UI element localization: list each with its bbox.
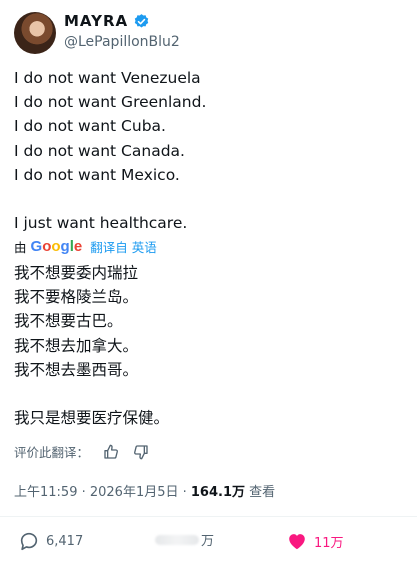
tweet-meta: 上午11:59 · 2026年1月5日 · 164.1万 查看 bbox=[14, 481, 275, 500]
rate-translation-label: 评价此翻译： bbox=[14, 445, 90, 460]
translated-line: 我不要格陵兰岛。 bbox=[14, 288, 139, 307]
avatar[interactable] bbox=[14, 12, 56, 54]
retweet-count-suffix: 万 bbox=[201, 534, 215, 549]
like-button[interactable]: 11万 bbox=[286, 530, 344, 552]
action-bar: 6,417 万 11万 bbox=[0, 528, 417, 556]
user-handle[interactable]: @LePapillonBlu2 bbox=[64, 34, 180, 50]
divider bbox=[0, 516, 417, 517]
retweet-count-blurred bbox=[155, 534, 199, 545]
tweet-line: I do not want Mexico. bbox=[14, 165, 180, 184]
translated-line bbox=[14, 382, 169, 406]
translated-line: 我不想去墨西哥。 bbox=[14, 360, 139, 379]
view-count: 164.1万 bbox=[190, 485, 246, 500]
user-name-row: MAYRA bbox=[64, 12, 150, 30]
reply-button[interactable]: 6,417 bbox=[18, 530, 83, 552]
translated-line: 我不想去加拿大。 bbox=[14, 336, 139, 355]
retweet-button[interactable]: 万 bbox=[155, 530, 214, 549]
tweet-line: I do not want Cuba. bbox=[14, 117, 166, 136]
tweet-line: I do not want Venezuela bbox=[14, 69, 201, 87]
tweet-text: I do not want Venezuela I do not want Gr… bbox=[14, 66, 206, 235]
google-logo-letter: o bbox=[51, 238, 61, 255]
translated-from-link[interactable]: 翻译自 英语 bbox=[90, 237, 156, 256]
reply-count: 6,417 bbox=[46, 533, 84, 549]
google-logo-letter: e bbox=[73, 238, 83, 255]
google-logo: Google bbox=[31, 238, 83, 255]
google-logo-letter: o bbox=[42, 238, 52, 255]
translated-line: 我不想要委内瑞拉 bbox=[14, 264, 139, 282]
views-label: 查看 bbox=[245, 485, 276, 500]
like-count: 11万 bbox=[314, 535, 344, 551]
reply-icon bbox=[20, 532, 38, 551]
tweet-line bbox=[14, 187, 206, 211]
rate-translation: 评价此翻译： bbox=[14, 442, 149, 461]
tweet-timestamp[interactable]: 上午11:59 · 2026年1月5日 · bbox=[14, 485, 191, 500]
user-display-name[interactable]: MAYRA bbox=[64, 12, 128, 30]
translated-line: 我不想要古巴。 bbox=[14, 312, 123, 331]
thumbs-up-icon[interactable] bbox=[103, 444, 119, 460]
verified-badge-icon bbox=[134, 13, 149, 28]
tweet-line: I just want healthcare. bbox=[14, 214, 188, 233]
translated-text: 我不想要委内瑞拉 我不要格陵兰岛。 我不想要古巴。 我不想去加拿大。 我不想去墨… bbox=[14, 261, 169, 430]
google-logo-letter: g bbox=[60, 238, 70, 255]
translated-line: 我只是想要医疗保健。 bbox=[14, 409, 170, 428]
translated-by-label: 由 bbox=[14, 240, 27, 255]
google-logo-letter: G bbox=[30, 238, 43, 255]
tweet-line: I do not want Canada. bbox=[14, 141, 185, 160]
tweet-line: I do not want Greenland. bbox=[14, 93, 207, 112]
thumbs-down-icon[interactable] bbox=[133, 444, 149, 460]
translation-attribution: 由 Google 翻译自 英语 bbox=[14, 237, 157, 256]
heart-icon bbox=[289, 534, 305, 550]
